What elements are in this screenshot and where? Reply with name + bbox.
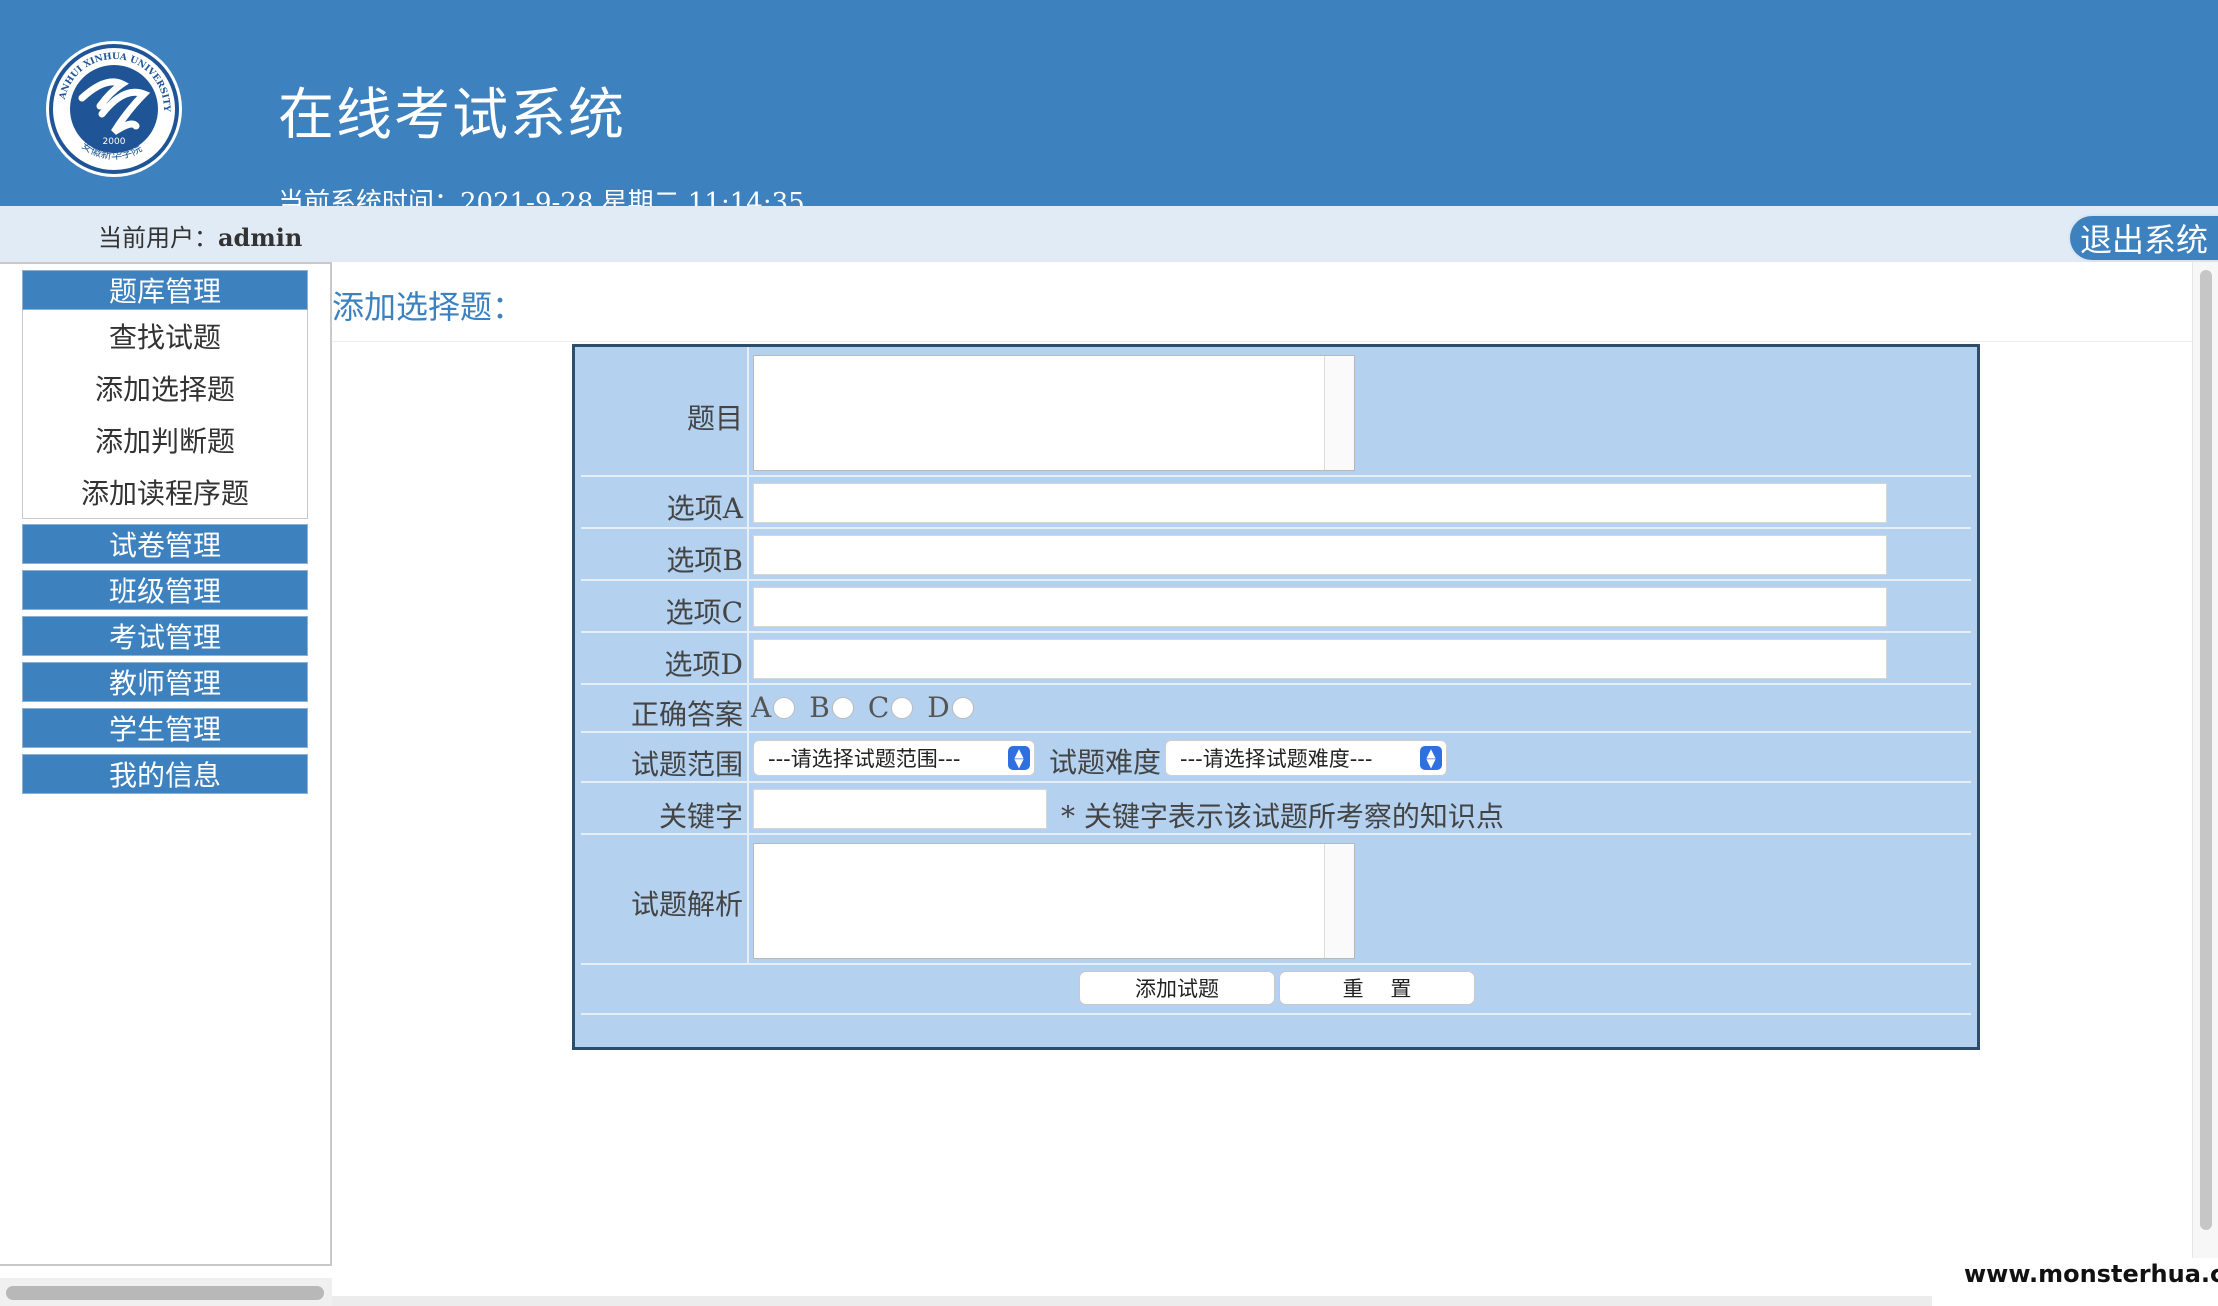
row-divider [747,733,749,781]
answer-b-radio[interactable] [831,696,854,719]
option-b-label: 选项B [666,544,743,577]
answer-a-text: A [751,691,772,724]
row-question: 题目 [581,347,1971,477]
logout-button[interactable]: 退出系统 [2068,214,2218,262]
row-analysis: 试题解析 [581,835,1971,965]
menu-head-paper[interactable]: 试卷管理 [22,524,308,564]
question-textarea-scrollbar[interactable] [1324,356,1354,470]
answer-b-text: B [809,691,830,724]
row-buttons: 添加试题 重 置 [581,965,1971,1015]
page-title: 添加选择题： [332,288,525,326]
scope-label: 试题范围 [630,748,743,781]
current-user-label: 当前用户： [98,224,218,252]
option-c-input[interactable] [753,587,1887,627]
answer-d-radio[interactable] [951,696,974,719]
sidebar: 题库管理 查找试题 添加选择题 添加判断题 添加读程序题 试卷管理 班级管理 考… [0,262,332,1266]
select-chevron-icon: ▲ ▼ [1008,746,1030,770]
menu-head-exam[interactable]: 考试管理 [22,616,308,656]
row-divider [747,477,749,527]
question-label: 题目 [686,402,743,435]
user-bar: 当前用户：admin 退出系统 [0,206,2218,262]
row-scope: 试题范围 ---请选择试题范围--- ▲ ▼ 试题难度 ---请选择试题难度---… [581,733,1971,783]
option-d-input[interactable] [753,639,1887,679]
row-divider [747,685,749,731]
row-option-d: 选项D [581,633,1971,685]
keyword-label: 关键字 [658,800,743,833]
option-c-label: 选项C [665,596,743,629]
row-divider [747,529,749,579]
answer-a-radio[interactable] [773,696,796,719]
answer-radio-group: A B C D [751,691,988,724]
difficulty-select[interactable]: ---请选择试题难度--- ▲ ▼ [1165,740,1447,776]
sidebar-horizontal-scrollbar[interactable] [0,1278,332,1306]
row-divider [747,633,749,683]
answer-option-c: C [868,691,921,724]
menu-head-teacher[interactable]: 教师管理 [22,662,308,702]
row-option-b: 选项B [581,529,1971,581]
university-logo: 2000 ANHUI XINHUA UNIVERSITY 安徽新华学院 [46,41,182,177]
answer-c-text: C [867,691,890,724]
menu-head-student[interactable]: 学生管理 [22,708,308,748]
watermark: www.monsterhua.com [1960,1258,2218,1290]
answer-d-text: D [927,691,950,724]
menu-group-exam: 考试管理 [22,616,308,656]
add-choice-form: 题目 选项A 选项B 选项C 选项D 正确答案 A B C D 试题范围 ---… [572,344,1980,1050]
row-option-c: 选项C [581,581,1971,633]
answer-option-a: A [751,691,803,724]
header: 2000 ANHUI XINHUA UNIVERSITY 安徽新华学院 在线考试… [0,0,2218,206]
answer-c-radio[interactable] [891,696,914,719]
answer-label: 正确答案 [630,698,743,731]
page-heading: 添加选择题： [332,262,2192,342]
menu-group-my-info: 我的信息 [22,754,308,794]
sidebar-item-add-choice[interactable]: 添加选择题 [23,362,307,414]
menu-group-class: 班级管理 [22,570,308,610]
answer-option-d: D [927,691,981,724]
system-time: 当前系统时间：2021-9-28 星期二 11:14:35 [278,188,805,206]
main-vertical-scrollbar[interactable] [2192,262,2218,1266]
sidebar-item-find-question[interactable]: 查找试题 [23,310,307,362]
menu-head-question-bank[interactable]: 题库管理 [22,270,308,310]
analysis-label: 试题解析 [630,888,743,921]
menu-group-teacher: 教师管理 [22,662,308,702]
scope-select[interactable]: ---请选择试题范围--- ▲ ▼ [753,740,1035,776]
keyword-note: * 关键字表示该试题所考察的知识点 [1061,800,1504,833]
reset-button[interactable]: 重 置 [1279,971,1475,1005]
option-d-label: 选项D [664,648,743,681]
main-scroll-thumb[interactable] [2200,270,2212,1230]
menu-head-my-info[interactable]: 我的信息 [22,754,308,794]
analysis-textarea[interactable] [753,843,1355,959]
option-a-label: 选项A [666,492,743,525]
option-a-input[interactable] [753,483,1887,523]
sidebar-scroll-thumb[interactable] [6,1286,324,1300]
add-question-button[interactable]: 添加试题 [1079,971,1275,1005]
row-keyword: 关键字 * 关键字表示该试题所考察的知识点 [581,783,1971,835]
scope-selected-value: ---请选择试题范围--- [768,747,961,771]
row-option-a: 选项A [581,477,1971,529]
row-divider [747,783,749,833]
analysis-textarea-scrollbar[interactable] [1324,844,1354,958]
row-divider [747,347,749,475]
select-chevron-icon: ▲ ▼ [1420,746,1442,770]
menu-group-student: 学生管理 [22,708,308,748]
option-b-input[interactable] [753,535,1887,575]
answer-option-b: B [809,691,862,724]
current-user: 当前用户：admin [98,218,302,253]
menu-head-class[interactable]: 班级管理 [22,570,308,610]
current-username: admin [218,223,303,252]
menu-items-question-bank: 查找试题 添加选择题 添加判断题 添加读程序题 [22,310,308,519]
system-title: 在线考试系统 [278,83,626,148]
menu-group-paper: 试卷管理 [22,524,308,564]
menu-group-question-bank: 题库管理 查找试题 添加选择题 添加判断题 添加读程序题 [22,270,308,519]
row-divider [747,581,749,631]
question-textarea[interactable] [753,355,1355,471]
row-answer: 正确答案 A B C D [581,685,1971,733]
difficulty-selected-value: ---请选择试题难度--- [1180,747,1373,771]
sidebar-item-add-program[interactable]: 添加读程序题 [23,466,307,518]
sidebar-item-add-judge[interactable]: 添加判断题 [23,414,307,466]
bottom-strip [332,1296,1932,1306]
svg-text:2000: 2000 [103,137,126,147]
row-divider [747,835,749,963]
difficulty-label: 试题难度 [1049,746,1162,779]
keyword-input[interactable] [753,789,1047,829]
